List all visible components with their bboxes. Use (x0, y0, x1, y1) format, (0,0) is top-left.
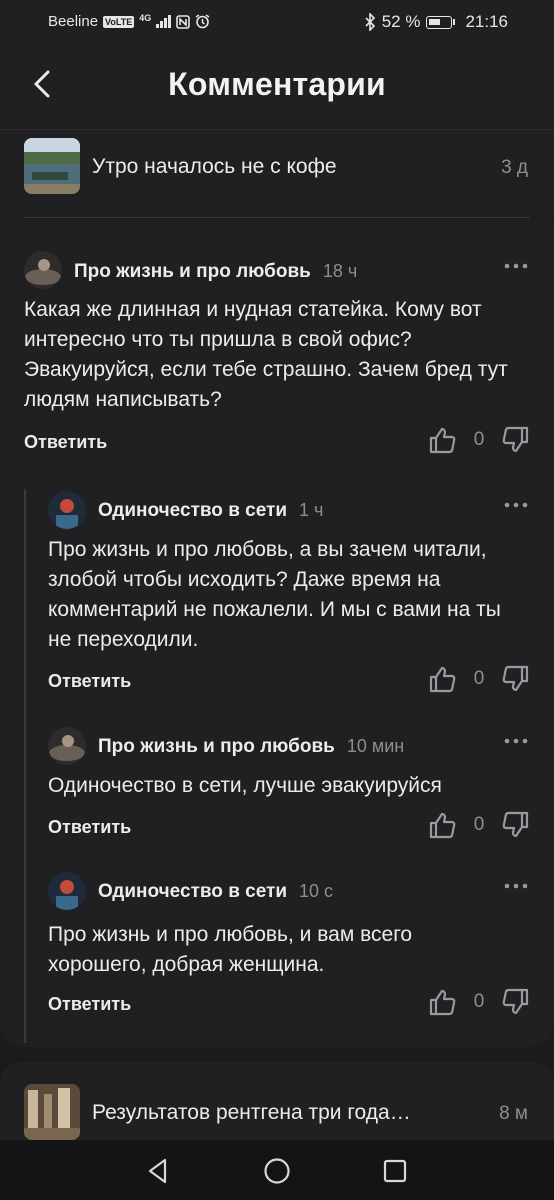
comment-reply: Одиночество в сети 1 ч Про жизнь и про лю… (0, 479, 554, 709)
reply-button[interactable]: Ответить (48, 817, 131, 838)
comment-text: Про жизнь и про любовь, а вы зачем читал… (48, 538, 501, 651)
more-dots-icon[interactable] (504, 882, 528, 890)
square-recents-icon[interactable] (381, 1157, 409, 1185)
status-right: 52 % 21:16 (364, 12, 508, 32)
app-header: Комментарии (0, 44, 554, 130)
thumbs-up-icon[interactable] (428, 664, 458, 694)
vote-controls: 0 (428, 810, 530, 840)
vote-controls: 0 (428, 987, 530, 1017)
signal-icon (156, 15, 172, 28)
next-article-row[interactable]: Результатов рентгена три года… 8 м (0, 1062, 554, 1140)
vote-controls: 0 (428, 425, 530, 455)
like-count: 0 (473, 991, 485, 1012)
comment-time: 1 ч (299, 500, 324, 520)
nfc-icon (176, 14, 191, 29)
page-title: Комментарии (168, 66, 386, 102)
clock: 21:16 (465, 12, 508, 31)
article-age: 3 д (501, 157, 528, 178)
author-name: Одиночество в сети (98, 500, 288, 521)
comment-reply: Про жизнь и про любовь 10 мин Одиночество… (0, 719, 554, 859)
battery-icon (426, 15, 453, 29)
volte-badge: VoLTE (103, 15, 135, 28)
system-nav-bar (0, 1140, 554, 1200)
battery-percent: 52 % (381, 12, 421, 31)
thumbs-up-icon[interactable] (428, 425, 458, 455)
article-title: Результатов рентгена три года… (92, 1101, 411, 1124)
comment-author[interactable]: Про жизнь и про любовь 10 мин (98, 736, 404, 758)
article-thumbnail (24, 1084, 80, 1140)
comment-author[interactable]: Одиночество в сети 1 ч (98, 500, 323, 522)
comment-author[interactable]: Одиночество в сети 10 с (98, 881, 333, 903)
thumbs-down-icon[interactable] (500, 987, 530, 1017)
thumbs-up-icon[interactable] (428, 810, 458, 840)
comment-time: 10 мин (346, 736, 405, 756)
comment: Про жизнь и про любовь 18 ч Какая же длин… (0, 219, 554, 479)
comment-text: Про жизнь и про любовь, и вам всего хоро… (48, 923, 413, 976)
thumbs-up-icon[interactable] (428, 987, 458, 1017)
comment-time: 10 с (299, 881, 334, 901)
status-left: Beeline VoLTE 4G (48, 13, 210, 30)
avatar[interactable] (24, 251, 62, 289)
thumbs-down-icon[interactable] (500, 810, 530, 840)
comment-text: Какая же длинная и нудная статейка. Кому… (24, 298, 508, 411)
author-name: Про жизнь и про любовь (74, 261, 311, 282)
thumbs-down-icon[interactable] (500, 664, 530, 694)
article-age: 8 м (499, 1103, 528, 1124)
avatar[interactable] (48, 872, 86, 910)
article-row[interactable]: Утро началось не с кофе 3 д (0, 130, 554, 218)
divider (24, 217, 530, 218)
reply-button[interactable]: Ответить (48, 671, 131, 692)
article-title: Утро началось не с кофе (92, 155, 337, 178)
triangle-back-icon[interactable] (144, 1157, 172, 1185)
reply-button[interactable]: Ответить (48, 994, 131, 1015)
article-thumbnail (24, 138, 80, 194)
vote-controls: 0 (428, 664, 530, 694)
comment-thread: Про жизнь и про любовь 18 ч Какая же длин… (0, 219, 554, 1047)
author-name: Одиночество в сети (98, 881, 288, 902)
circle-home-icon[interactable] (263, 1157, 291, 1185)
avatar[interactable] (48, 727, 86, 765)
like-count: 0 (473, 668, 485, 689)
avatar[interactable] (48, 491, 86, 529)
more-dots-icon[interactable] (504, 737, 528, 745)
comment-text: Одиночество в сети, лучше эвакуируйся (48, 774, 442, 797)
status-bar: Beeline VoLTE 4G 52 % 21:16 (0, 0, 554, 44)
author-name: Про жизнь и про любовь (98, 736, 335, 757)
comment-reply: Одиночество в сети 10 с Про жизнь и про л… (0, 864, 554, 1044)
battery-tip (453, 19, 456, 25)
alarm-icon (195, 14, 210, 29)
network-type: 4G (139, 13, 152, 23)
comment-author[interactable]: Про жизнь и про любовь 18 ч (74, 261, 357, 283)
like-count: 0 (473, 814, 485, 835)
carrier-name: Beeline (48, 13, 99, 30)
more-dots-icon[interactable] (504, 262, 528, 270)
bluetooth-icon (365, 13, 375, 31)
reply-button[interactable]: Ответить (24, 432, 107, 453)
thumbs-down-icon[interactable] (500, 425, 530, 455)
more-dots-icon[interactable] (504, 501, 528, 509)
like-count: 0 (473, 429, 485, 450)
comment-time: 18 ч (322, 261, 358, 281)
